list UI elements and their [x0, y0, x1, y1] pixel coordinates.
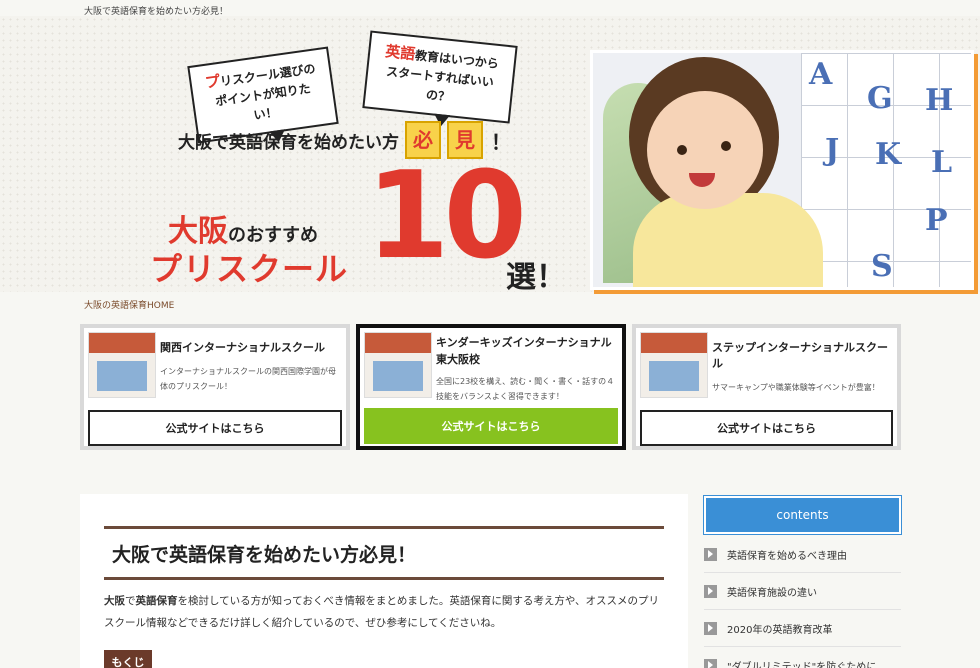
chart-letter: K — [875, 137, 902, 172]
official-site-button[interactable]: 公式サイトはこちら — [640, 410, 893, 446]
girl-body — [633, 193, 823, 287]
chart-letter: P — [925, 203, 948, 238]
hero-city-suffix: のおすすめ — [228, 225, 318, 246]
girl-eye — [677, 145, 687, 155]
school-cards: 関西インターナショナルスクール インターナショナルスクールの関西国際学園が母体の… — [80, 324, 901, 450]
sidebar-link-label: 2020年の英語教育改革 — [727, 624, 833, 636]
intro-text: を検討している方が知っておくべき情報をまとめました。英語保育に関する考え方や、オ… — [104, 595, 660, 629]
school-thumbnail[interactable] — [364, 332, 432, 398]
alphabet-chart: A G H J K L P S — [801, 53, 971, 287]
hero-banner: プリスクール選びの ポイントが知りたい！ 英語教育はいつから スタートすればいい… — [0, 16, 980, 295]
school-description: インターナショナルスクールの関西国際学園が母体のプリスクール！ — [160, 367, 336, 391]
hero-prefix: プリスクール — [150, 250, 349, 288]
school-thumbnail[interactable] — [88, 332, 156, 398]
sidebar-link[interactable]: "ダブルリミテッド"を防ぐために — [704, 647, 901, 668]
sidebar-link-label: 英語保育を始めるべき理由 — [727, 550, 847, 562]
breadcrumb[interactable]: 大阪の英語保育HOME — [84, 298, 174, 311]
intro-bold: 英語保育 — [135, 595, 178, 607]
school-name[interactable]: キンダーキッズインターナショナル東大阪校 — [436, 334, 616, 368]
school-card: ステップインターナショナルスクール サマーキャンプや職業体験等イベントが豊富！ … — [632, 324, 901, 450]
sidebar-link[interactable]: 英語保育施設の違い — [704, 573, 901, 610]
official-site-button[interactable]: 公式サイトはこちら — [88, 410, 342, 446]
girl-face — [647, 91, 763, 209]
sidebar: contents 英語保育を始めるべき理由 英語保育施設の違い 2020年の英語… — [703, 495, 902, 668]
hero-number: 10 — [366, 147, 527, 286]
chevron-right-icon — [704, 658, 717, 668]
school-card-highlighted: キンダーキッズインターナショナル東大阪校 全国に23校を構え、読む・聞く・書く・… — [356, 324, 626, 450]
article-title: 大阪で英語保育を始めたい方必見！ — [104, 526, 664, 580]
sidebar-link[interactable]: 2020年の英語教育改革 — [704, 610, 901, 647]
toc-label: もくじ — [104, 650, 152, 668]
chevron-right-icon — [704, 584, 717, 598]
official-site-button[interactable]: 公式サイトはこちら — [364, 408, 618, 444]
chart-letter: J — [825, 133, 840, 168]
bubble-text: リスクール選びの ポイントが知りたい！ — [214, 61, 317, 123]
sidebar-link-label: 英語保育施設の違い — [727, 587, 817, 599]
girl-eye — [721, 141, 731, 151]
school-description: 全国に23校を構え、読む・聞く・書く・話すの４技能をバランスよく習得できます！ — [436, 377, 615, 401]
school-card: 関西インターナショナルスクール インターナショナルスクールの関西国際学園が母体の… — [80, 324, 350, 450]
bubble-accent-word: 英語 — [384, 42, 417, 64]
school-thumbnail[interactable] — [640, 332, 708, 398]
chart-letter: S — [871, 249, 893, 284]
chart-letter: G — [867, 81, 893, 116]
hero-photo: A G H J K L P S — [590, 50, 974, 290]
main-article: 大阪で英語保育を始めたい方必見！ 大阪で英語保育を検討している方が知っておくべき… — [80, 494, 688, 668]
school-name[interactable]: ステップインターナショナルスクール — [712, 340, 891, 372]
chevron-right-icon — [704, 547, 717, 561]
article-intro: 大阪で英語保育を検討している方が知っておくべき情報をまとめました。英語保育に関す… — [104, 590, 664, 634]
school-name[interactable]: 関西インターナショナルスクール — [160, 340, 340, 356]
sidebar-heading: contents — [703, 495, 902, 535]
sidebar-link[interactable]: 英語保育を始めるべき理由 — [704, 536, 901, 573]
sidebar-link-label: "ダブルリミテッド"を防ぐために — [727, 661, 877, 668]
sidebar-list: 英語保育を始めるべき理由 英語保育施設の違い 2020年の英語教育改革 "ダブル… — [704, 536, 901, 668]
chart-letter: L — [931, 145, 953, 180]
hero-suffix: 選！ — [506, 260, 566, 295]
chevron-right-icon — [704, 621, 717, 635]
chart-letter: H — [925, 83, 954, 118]
intro-bold: 大阪 — [104, 595, 125, 607]
chart-letter: A — [809, 57, 833, 92]
school-description: サマーキャンプや職業体験等イベントが豊富！ — [712, 383, 880, 392]
intro-text: で — [125, 595, 136, 607]
speech-bubble-english: 英語教育はいつから スタートすればいいの？ — [362, 30, 518, 124]
